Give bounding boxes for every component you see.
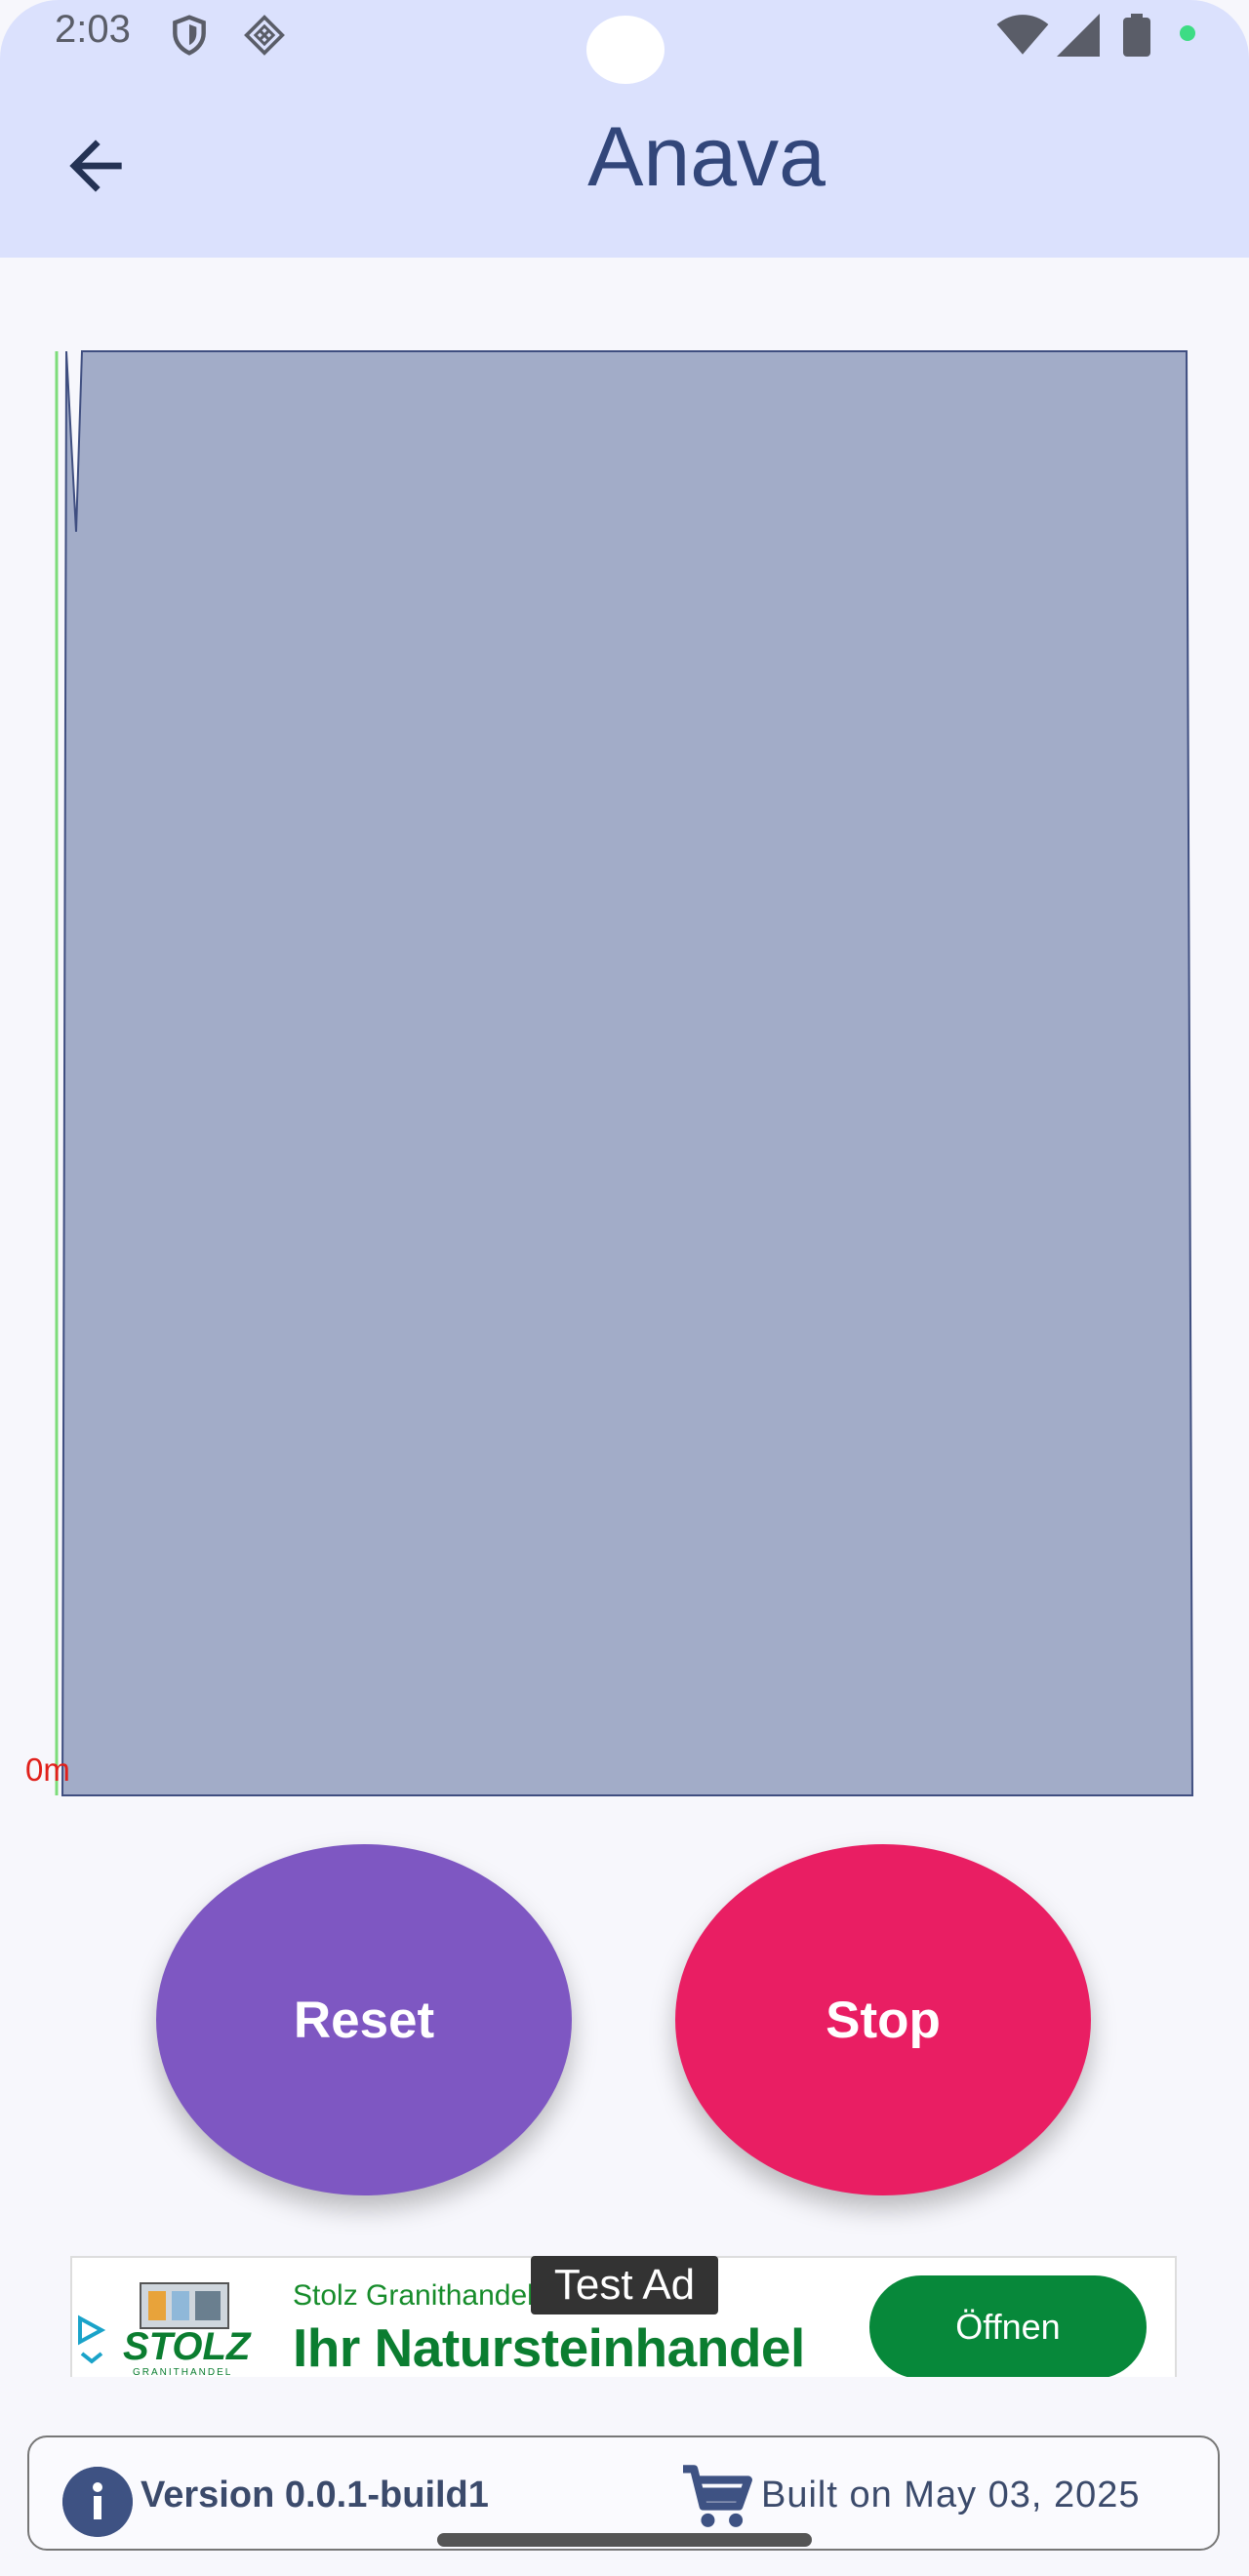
svg-text:GRANITHANDEL: GRANITHANDEL xyxy=(133,2367,232,2377)
stop-button[interactable]: Stop xyxy=(675,1844,1091,2195)
graph-area xyxy=(60,350,1194,1796)
shopping-cart-icon[interactable] xyxy=(679,2463,755,2531)
battery-icon xyxy=(1123,14,1150,57)
page-title: Anava xyxy=(587,110,826,204)
app-bar: 2:03 Anava xyxy=(0,0,1249,258)
reset-button[interactable]: Reset xyxy=(156,1844,572,2195)
svg-text:STOLZ: STOLZ xyxy=(123,2325,252,2368)
ad-headline: Ihr Natursteinhandel xyxy=(293,2317,805,2377)
gesture-nav-handle[interactable] xyxy=(437,2533,812,2547)
build-date-label: Built on May 03, 2025 xyxy=(761,2475,1141,2516)
diamond-grid-icon xyxy=(244,15,285,56)
privacy-dot-icon xyxy=(1180,25,1195,41)
test-ad-badge: Test Ad xyxy=(531,2256,718,2314)
depth-graph xyxy=(55,350,1194,1796)
ad-open-button[interactable]: Öffnen xyxy=(869,2275,1147,2377)
camera-cutout xyxy=(586,16,665,84)
depth-zero-label: 0m xyxy=(25,1751,70,1788)
version-label: Version 0.0.1-build1 xyxy=(141,2475,489,2516)
ad-choices-icon xyxy=(78,2314,106,2346)
advertiser-logo: STOLZ GRANITHANDEL xyxy=(78,2282,252,2377)
ad-advertiser: Stolz Granithandel xyxy=(293,2279,534,2312)
wifi-icon xyxy=(996,15,1049,55)
info-icon[interactable] xyxy=(62,2467,133,2537)
shield-icon xyxy=(173,15,206,56)
signal-icon xyxy=(1057,14,1100,57)
status-time: 2:03 xyxy=(55,8,131,51)
